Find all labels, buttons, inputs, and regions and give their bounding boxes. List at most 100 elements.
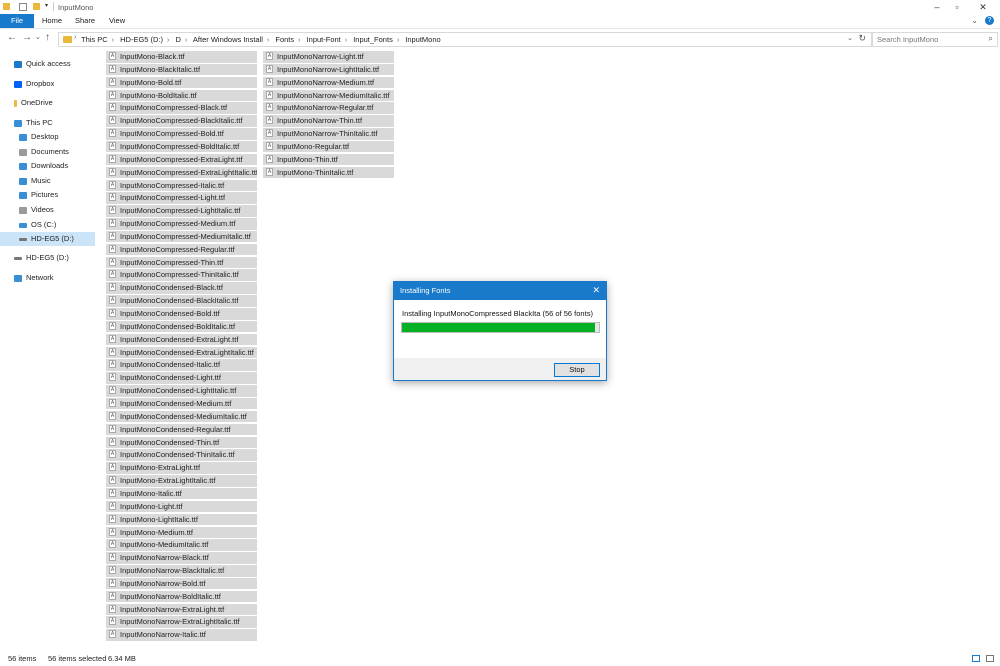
file-item[interactable]: A InputMonoCompressed-Bold.ttf [106, 128, 257, 140]
file-item[interactable]: A InputMonoCompressed-Light.ttf [106, 192, 257, 204]
file-name: InputMonoNarrow-Thin.ttf [277, 116, 363, 126]
file-item[interactable]: A InputMonoCondensed-ThinItalic.ttf [106, 449, 257, 461]
file-name: InputMonoCompressed-Light.ttf [120, 193, 226, 203]
file-name: InputMonoCondensed-Italic.ttf [120, 360, 221, 370]
file-item[interactable]: A InputMonoNarrow-Thin.ttf [263, 115, 394, 127]
file-item[interactable]: A InputMonoCondensed-Thin.ttf [106, 436, 257, 448]
file-name: InputMonoNarrow-ThinItalic.ttf [277, 129, 378, 139]
file-item[interactable]: A InputMonoNarrow-BoldItalic.ttf [106, 590, 257, 603]
file-item[interactable]: A InputMonoNarrow-Light.ttf [263, 51, 394, 63]
font-file-icon: A [109, 64, 116, 73]
font-file-icon: A [109, 527, 116, 536]
font-file-icon: A [109, 334, 116, 343]
file-name: InputMonoNarrow-BoldItalic.ttf [120, 591, 221, 601]
file-item[interactable]: A InputMonoCondensed-Regular.ttf [106, 423, 257, 436]
file-item[interactable]: A InputMonoCondensed-BoldItalic.ttf [106, 320, 257, 333]
file-name: InputMono-ThinItalic.ttf [277, 167, 354, 177]
file-name: InputMonoCondensed-Bold.ttf [120, 309, 220, 318]
file-item[interactable]: A InputMonoCompressed-ExtraLightItalic.tt… [106, 166, 257, 179]
file-item[interactable]: A InputMonoNarrow-Italic.ttf [106, 629, 257, 641]
file-name: InputMonoCompressed-MediumItalic.ttf [120, 231, 251, 241]
file-item[interactable]: A InputMono-BoldItalic.ttf [106, 89, 257, 101]
file-name: InputMonoNarrow-Regular.ttf [277, 103, 374, 113]
file-item[interactable]: A InputMono-Black.ttf [106, 51, 257, 63]
file-item[interactable]: A InputMonoCompressed-Medium.ttf [106, 218, 257, 230]
font-file-icon: A [109, 514, 116, 523]
file-item[interactable]: A InputMonoCompressed-BlackItalic.ttf [106, 115, 257, 127]
font-file-icon: A [109, 501, 116, 510]
file-item[interactable]: A InputMono-ThinItalic.ttf [263, 166, 394, 179]
file-item[interactable]: A InputMonoNarrow-Regular.ttf [263, 102, 394, 114]
file-item[interactable]: A InputMono-ExtraLightItalic.ttf [106, 475, 257, 487]
dialog-title-bar: Installing Fonts ✕ [394, 282, 606, 300]
file-item[interactable]: A InputMono-MediumItalic.ttf [106, 539, 257, 551]
file-item[interactable]: A InputMono-Medium.ttf [106, 526, 257, 538]
file-item[interactable]: A InputMonoCondensed-Medium.ttf [106, 397, 257, 410]
font-file-icon: A [109, 360, 116, 369]
font-file-icon: A [109, 386, 116, 395]
file-item[interactable]: A InputMono-Thin.ttf [263, 153, 394, 166]
file-item[interactable]: A InputMonoCompressed-BoldItalic.ttf [106, 140, 257, 153]
file-name: InputMonoNarrow-MediumItalic.ttf [277, 90, 390, 100]
file-name: InputMono-ExtraLightItalic.ttf [120, 476, 216, 486]
file-item[interactable]: A InputMonoCondensed-Black.ttf [106, 282, 257, 294]
font-file-icon: A [109, 437, 116, 446]
file-item[interactable]: A InputMonoCompressed-Thin.ttf [106, 256, 257, 269]
file-item[interactable]: A InputMono-Italic.ttf [106, 487, 257, 500]
dialog-message: Installing InputMonoCompressed BlackIta … [402, 309, 593, 318]
file-item[interactable]: A InputMonoCondensed-MediumItalic.ttf [106, 410, 257, 423]
file-item[interactable]: A InputMono-ExtraLight.ttf [106, 462, 257, 474]
file-item[interactable]: A InputMonoNarrow-ThinItalic.ttf [263, 128, 394, 140]
file-item[interactable]: A InputMono-LightItalic.ttf [106, 513, 257, 526]
file-item[interactable]: A InputMonoNarrow-Bold.ttf [106, 577, 257, 590]
file-item[interactable]: A InputMonoCompressed-Regular.ttf [106, 243, 257, 256]
file-name: InputMono-Regular.ttf [277, 141, 350, 151]
file-item[interactable]: A InputMonoCompressed-ExtraLight.ttf [106, 153, 257, 166]
file-item[interactable]: A InputMonoCompressed-Black.ttf [106, 102, 257, 114]
file-item[interactable]: A InputMono-Regular.ttf [263, 140, 394, 153]
file-item[interactable]: A InputMonoNarrow-Black.ttf [106, 552, 257, 564]
file-item[interactable]: A InputMonoCondensed-BlackItalic.ttf [106, 295, 257, 307]
font-file-icon: A [109, 476, 116, 485]
file-item[interactable]: A InputMonoNarrow-ExtraLight.ttf [106, 603, 257, 615]
font-file-icon: A [109, 463, 116, 472]
file-item[interactable]: A InputMonoNarrow-ExtraLightItalic.ttf [106, 616, 257, 628]
file-item[interactable]: A InputMonoCondensed-Italic.ttf [106, 359, 257, 371]
file-item[interactable]: A InputMonoCompressed-ThinItalic.ttf [106, 269, 257, 281]
file-item[interactable]: A InputMono-Bold.ttf [106, 76, 257, 89]
font-file-icon: A [109, 617, 116, 626]
close-icon[interactable]: ✕ [592, 285, 600, 296]
details-view-icon[interactable] [972, 655, 980, 662]
file-item[interactable]: A InputMonoCondensed-ExtraLight.ttf [106, 333, 257, 346]
file-item[interactable]: A InputMonoCondensed-LightItalic.ttf [106, 385, 257, 397]
file-item[interactable]: A InputMonoNarrow-BlackItalic.ttf [106, 565, 257, 577]
stop-button[interactable]: Stop [554, 363, 600, 377]
file-item[interactable]: A InputMonoCondensed-ExtraLightItalic.ttf [106, 346, 257, 359]
file-name: InputMonoCompressed-Medium.ttf [120, 219, 236, 228]
font-file-icon: A [266, 77, 273, 86]
file-item[interactable]: A InputMonoNarrow-Medium.ttf [263, 76, 394, 89]
file-name: InputMono-ExtraLight.ttf [120, 463, 201, 473]
file-item[interactable]: A InputMono-Light.ttf [106, 500, 257, 513]
font-file-icon: A [109, 167, 116, 176]
font-file-icon: A [109, 231, 116, 240]
file-item[interactable]: A InputMonoCompressed-Italic.ttf [106, 179, 257, 191]
font-file-icon: A [266, 167, 273, 176]
progress-bar [401, 322, 600, 333]
font-file-icon: A [109, 321, 116, 330]
file-item[interactable]: A InputMonoCondensed-Bold.ttf [106, 308, 257, 320]
file-name: InputMonoCondensed-Black.ttf [120, 283, 223, 293]
file-item[interactable]: A InputMonoCompressed-MediumItalic.ttf [106, 230, 257, 243]
font-file-icon: A [109, 283, 116, 292]
file-item[interactable]: A InputMonoNarrow-LightItalic.ttf [263, 63, 394, 76]
file-name: InputMono-Italic.ttf [120, 488, 182, 498]
large-icons-view-icon[interactable] [986, 655, 994, 662]
file-name: InputMonoCondensed-BoldItalic.ttf [120, 321, 236, 331]
font-file-icon: A [266, 116, 273, 125]
file-item[interactable]: A InputMonoCompressed-LightItalic.ttf [106, 205, 257, 217]
file-name: InputMonoCompressed-Black.ttf [120, 103, 228, 113]
file-item[interactable]: A InputMonoCondensed-Light.ttf [106, 372, 257, 384]
file-item[interactable]: A InputMonoNarrow-MediumItalic.ttf [263, 89, 394, 101]
font-file-icon: A [109, 270, 116, 279]
file-item[interactable]: A InputMono-BlackItalic.ttf [106, 63, 257, 76]
